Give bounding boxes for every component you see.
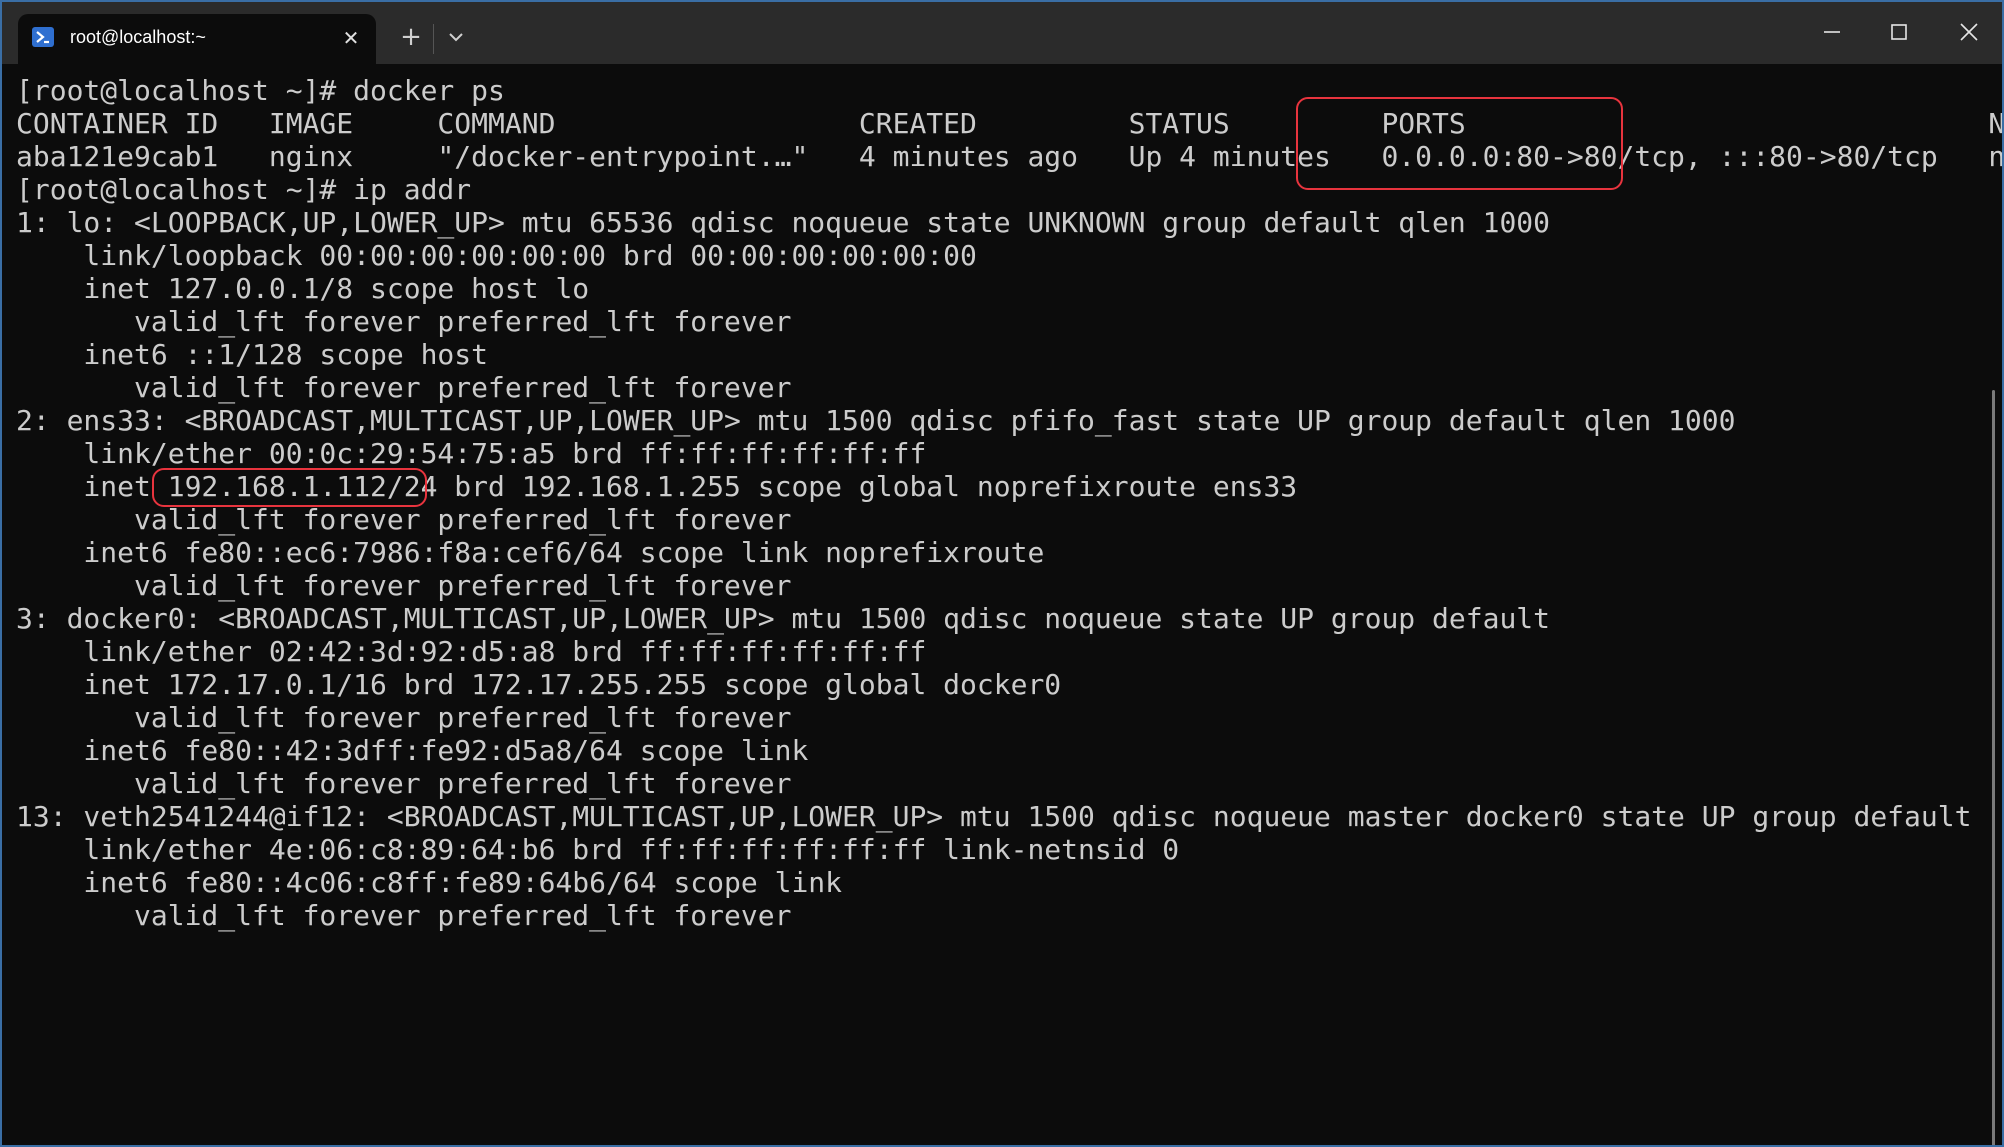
output-line: 13: veth2541244@if12: <BROADCAST,MULTICA…: [16, 800, 1972, 833]
minimize-icon[interactable]: [1812, 12, 1852, 52]
output-line: valid_lft forever preferred_lft forever: [16, 503, 792, 536]
output-line: valid_lft forever preferred_lft forever: [16, 569, 792, 602]
output-line: valid_lft forever preferred_lft forever: [16, 305, 792, 338]
docker-row-line: aba121e9cab1 nginx "/docker-entrypoint.……: [16, 140, 2004, 173]
output-line: valid_lft forever preferred_lft forever: [16, 767, 792, 800]
tab-root-localhost[interactable]: root@localhost:~ ✕: [18, 14, 376, 64]
output-line: valid_lft forever preferred_lft forever: [16, 899, 792, 932]
terminal-output[interactable]: [root@localhost ~]# docker ps CONTAINER …: [2, 64, 2002, 1145]
docker-header-line: CONTAINER ID IMAGE COMMAND CREATED STATU…: [16, 107, 2004, 140]
output-line: inet6 fe80::42:3dff:fe92:d5a8/64 scope l…: [16, 734, 809, 767]
powershell-icon: [32, 27, 54, 47]
output-line: 1: lo: <LOOPBACK,UP,LOWER_UP> mtu 65536 …: [16, 206, 1551, 239]
output-line: link/ether 00:0c:29:54:75:a5 brd ff:ff:f…: [16, 437, 927, 470]
title-bar: root@localhost:~ ✕ +: [2, 2, 2002, 64]
chevron-down-icon[interactable]: [445, 26, 467, 48]
output-line: inet6 fe80::4c06:c8ff:fe89:64b6/64 scope…: [16, 866, 843, 899]
maximize-icon[interactable]: [1879, 12, 1919, 52]
plus-icon[interactable]: +: [398, 24, 424, 50]
tab-divider: [433, 24, 434, 54]
output-line: inet6 fe80::ec6:7986:f8a:cef6/64 scope l…: [16, 536, 1045, 569]
ip-highlight-box: [152, 468, 427, 507]
output-line: 2: ens33: <BROADCAST,MULTICAST,UP,LOWER_…: [16, 404, 1736, 437]
output-line: link/ether 02:42:3d:92:d5:a8 brd ff:ff:f…: [16, 635, 927, 668]
output-line: link/ether 4e:06:c8:89:64:b6 brd ff:ff:f…: [16, 833, 1180, 866]
output-line: inet6 ::1/128 scope host: [16, 338, 489, 371]
output-line: valid_lft forever preferred_lft forever: [16, 371, 792, 404]
output-line: valid_lft forever preferred_lft forever: [16, 701, 792, 734]
ports-highlight-box: [1296, 97, 1623, 190]
output-line: 3: docker0: <BROADCAST,MULTICAST,UP,LOWE…: [16, 602, 1551, 635]
prompt-line: [root@localhost ~]# ip addr: [16, 173, 472, 206]
prompt-line: [root@localhost ~]# docker ps: [16, 74, 505, 107]
close-icon[interactable]: [1949, 12, 1989, 52]
output-line: inet 127.0.0.1/8 scope host lo: [16, 272, 590, 305]
close-icon[interactable]: ✕: [340, 27, 362, 49]
terminal-window: root@localhost:~ ✕ + [root@localhost ~]#…: [0, 0, 2004, 1147]
scrollbar[interactable]: [1992, 390, 1995, 1145]
output-line: inet 172.17.0.1/16 brd 172.17.255.255 sc…: [16, 668, 1062, 701]
output-line: link/loopback 00:00:00:00:00:00 brd 00:0…: [16, 239, 977, 272]
tab-title: root@localhost:~: [70, 27, 206, 47]
